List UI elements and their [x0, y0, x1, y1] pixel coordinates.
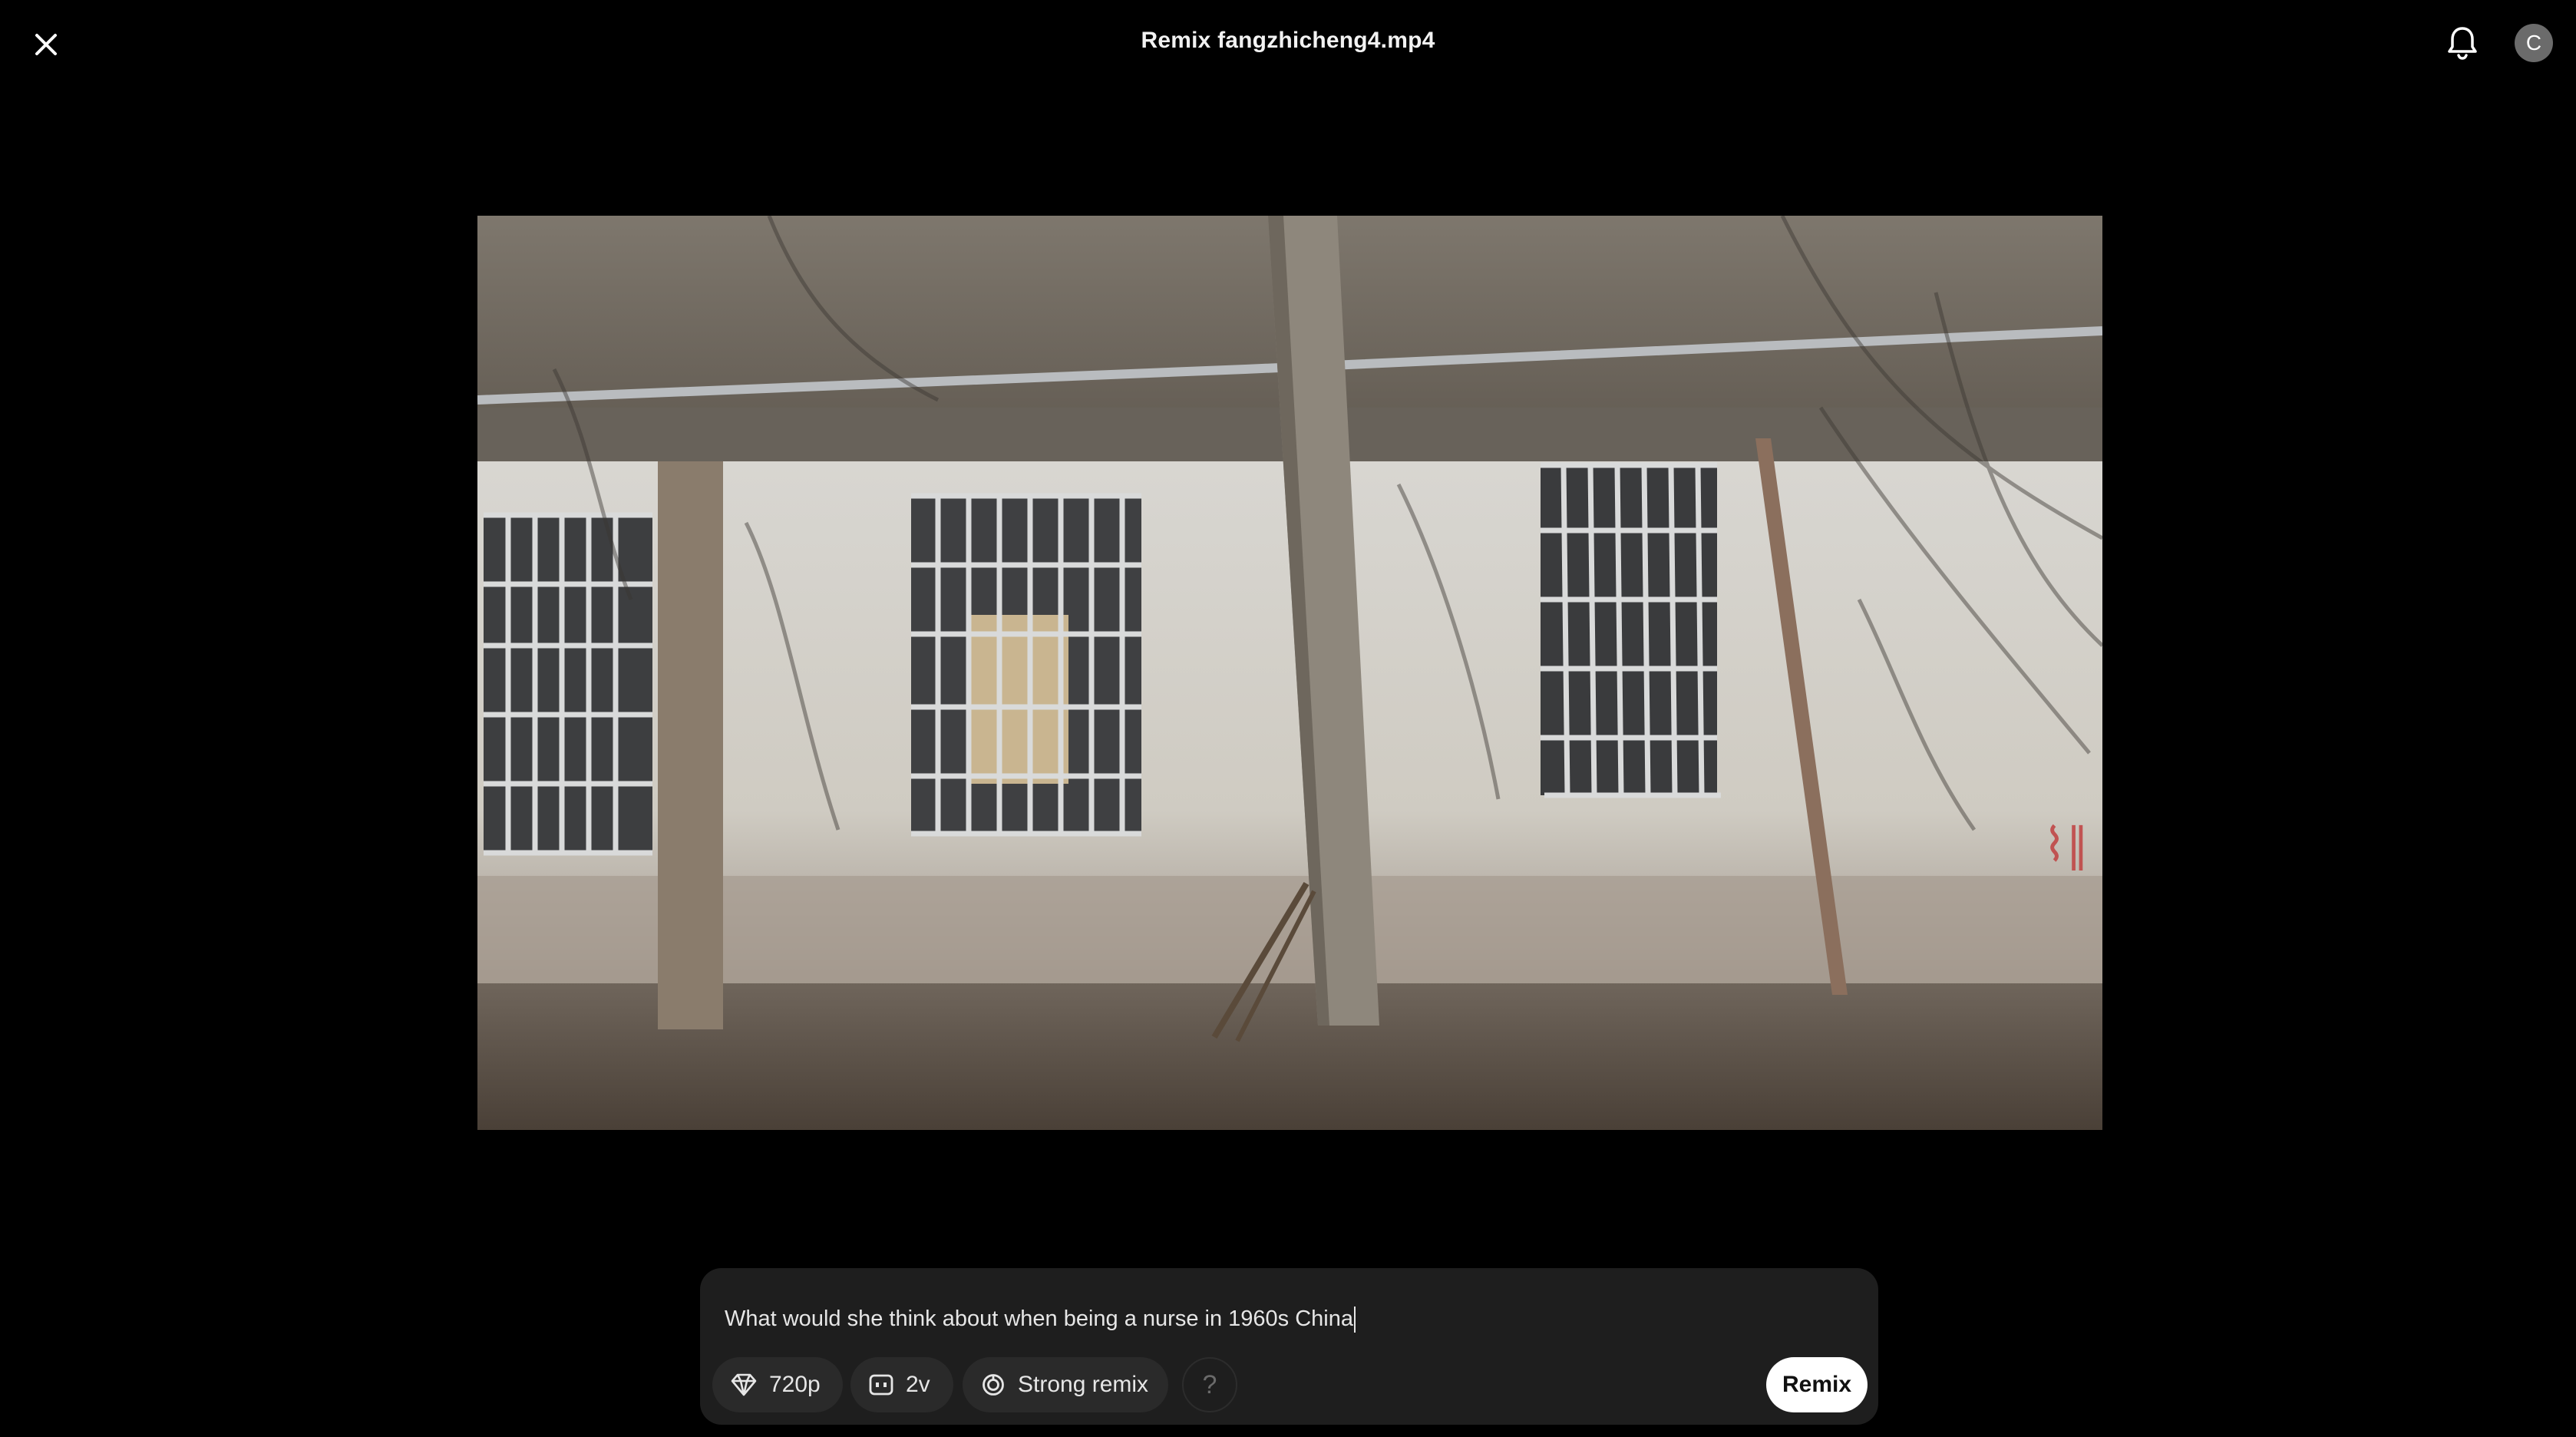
video-preview[interactable]: ⌇∥ — [477, 216, 2102, 1130]
remix-page: Remix fangzhicheng4.mp4 C ⌇∥ What would … — [0, 0, 2576, 1437]
quality-selector[interactable]: 720p — [712, 1357, 843, 1412]
variations-icon — [869, 1374, 893, 1396]
svg-text:⌇∥: ⌇∥ — [2043, 818, 2089, 872]
remix-strength-selector[interactable]: Strong remix — [963, 1357, 1168, 1412]
variations-label: 2v — [906, 1372, 930, 1397]
quality-label: 720p — [769, 1372, 821, 1397]
remix-button[interactable]: Remix — [1766, 1357, 1868, 1412]
notifications-button[interactable] — [2441, 21, 2484, 64]
remix-strength-icon — [983, 1374, 1004, 1396]
help-button[interactable]: ? — [1182, 1357, 1237, 1412]
prompt-input[interactable]: What would she think about when being a … — [725, 1302, 1845, 1336]
prompt-text: What would she think about when being a … — [725, 1307, 1353, 1331]
remix-composer: What would she think about when being a … — [700, 1268, 1878, 1425]
text-caret — [1353, 1307, 1356, 1333]
video-frame: ⌇∥ — [477, 216, 2102, 1130]
question-icon: ? — [1202, 1369, 1217, 1399]
remix-strength-label: Strong remix — [1018, 1372, 1149, 1397]
diamond-icon — [731, 1373, 757, 1396]
page-title: Remix fangzhicheng4.mp4 — [1141, 28, 1435, 53]
bell-icon — [2448, 27, 2477, 60]
variations-selector[interactable]: 2v — [850, 1357, 953, 1412]
avatar[interactable]: C — [2515, 24, 2553, 62]
